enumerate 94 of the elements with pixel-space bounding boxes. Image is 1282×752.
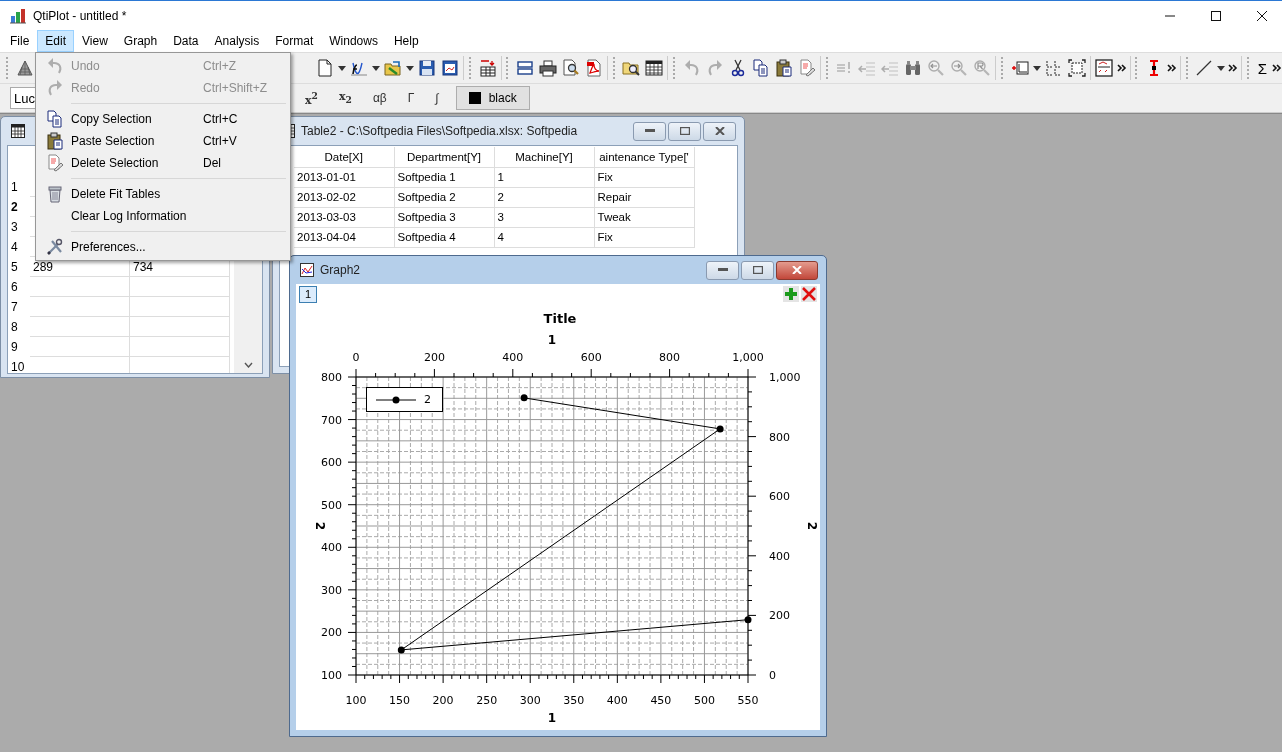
- row-number[interactable]: 5: [8, 257, 30, 277]
- table-cell: Tweak: [594, 207, 694, 227]
- menu-item[interactable]: Clear Log Information: [38, 205, 288, 227]
- axis-tick-label: 0: [769, 669, 776, 682]
- table-cell: 2013-03-03: [294, 207, 394, 227]
- menu-item[interactable]: Data: [165, 30, 207, 52]
- sum-button[interactable]: Σ: [1255, 59, 1270, 77]
- axis-tick-label: 550: [737, 694, 759, 707]
- axis-tick-label: 400: [606, 694, 628, 707]
- axis-title: 2: [313, 521, 327, 531]
- table-cell: 2: [494, 187, 594, 207]
- menu-item[interactable]: View: [74, 30, 116, 52]
- axis-tick-label: 500: [693, 694, 715, 707]
- axis-tick-label: 400: [502, 351, 524, 364]
- table-cell: 4: [494, 227, 594, 247]
- row-number[interactable]: 6: [8, 277, 30, 297]
- axis-tick-label: 200: [432, 694, 454, 707]
- menu-item[interactable]: File: [2, 30, 38, 52]
- row-number[interactable]: 7: [8, 297, 30, 317]
- axis-tick-label: 400: [321, 541, 342, 555]
- axis-tick-label: 700: [321, 413, 342, 427]
- menu-item[interactable]: Delete Fit Tables: [38, 183, 288, 205]
- window-title: QtiPlot - untitled *: [33, 8, 127, 23]
- axis-title: 2: [805, 521, 819, 531]
- axis-tick-label: 800: [769, 430, 790, 444]
- table-cell: 3: [494, 207, 594, 227]
- column-header[interactable]: Machine[Y]: [494, 147, 594, 167]
- row-number[interactable]: 1: [8, 177, 30, 197]
- menu-item[interactable]: Delete Selection Del: [38, 152, 288, 174]
- axis-tick-label: 0: [352, 351, 360, 364]
- table-cell: Softpedia 2: [394, 187, 494, 207]
- menu-item[interactable]: Graph: [115, 30, 166, 52]
- table-cell: Softpedia 3: [394, 207, 494, 227]
- axis-tick-label: 1,000: [732, 351, 764, 364]
- table-cell: 2013-04-04: [294, 227, 394, 247]
- table-cell-text: 734: [132, 259, 155, 276]
- row-number[interactable]: 9: [8, 337, 30, 357]
- format-button[interactable]: Γ: [399, 91, 423, 105]
- menu-item[interactable]: Windows: [321, 30, 386, 52]
- axis-tick-label: 500: [321, 498, 342, 512]
- menu-item[interactable]: Edit: [37, 30, 75, 52]
- axis-tick-label: 600: [580, 351, 602, 364]
- format-button[interactable]: x$^{2}$: [297, 89, 326, 107]
- axis-tick-label: 800: [321, 371, 342, 384]
- axis-tick-label: 150: [389, 694, 411, 707]
- table-cell: Softpedia 1: [394, 167, 494, 187]
- table-cell: 1: [494, 167, 594, 187]
- axis-tick-label: 200: [423, 351, 445, 364]
- table-cell: Fix: [594, 227, 694, 247]
- axis-tick-label: 300: [519, 694, 541, 707]
- table-cell: Repair: [594, 187, 694, 207]
- row-number[interactable]: 2: [8, 197, 30, 217]
- row-number[interactable]: 3: [8, 217, 30, 237]
- column-header[interactable]: Date[X]: [294, 147, 394, 167]
- row-number[interactable]: 10: [8, 357, 30, 373]
- axis-tick-label: 100: [321, 669, 342, 682]
- layer-button[interactable]: 1: [299, 285, 317, 303]
- axis-tick-label: 200: [321, 626, 342, 640]
- format-button[interactable]: x$_{2}$: [330, 90, 360, 106]
- axis-tick-label: 800: [659, 351, 681, 364]
- axis-tick-label: 250: [476, 694, 498, 707]
- format-button[interactable]: αβ: [364, 91, 395, 105]
- legend-label: 2: [424, 393, 431, 406]
- axis-tick-label: 1,000: [769, 371, 801, 384]
- menu-item[interactable]: Analysis: [206, 30, 268, 52]
- axis-tick-label: 400: [769, 549, 790, 563]
- table-cell: Fix: [594, 167, 694, 187]
- window-title: Graph2: [320, 263, 361, 277]
- table-cell: 2013-01-01: [294, 167, 394, 187]
- axis-title: 1: [547, 711, 557, 725]
- axis-tick-label: 100: [345, 694, 367, 707]
- menu-item[interactable]: Help: [385, 30, 427, 52]
- table-cell: Softpedia 4: [394, 227, 494, 247]
- table-cell: 2013-02-02: [294, 187, 394, 207]
- axis-tick-label: 600: [769, 490, 790, 504]
- row-number[interactable]: 8: [8, 317, 30, 337]
- color-button[interactable]: black: [455, 86, 530, 110]
- axis-tick-label: 300: [321, 583, 342, 597]
- column-header[interactable]: Department[Y]: [394, 147, 494, 167]
- axis-tick-label: 450: [650, 694, 672, 707]
- axis-tick-label: 600: [321, 456, 342, 470]
- axis-tick-label: 350: [563, 694, 585, 707]
- menu-item[interactable]: Paste Selection Ctrl+V: [38, 130, 288, 152]
- row-number[interactable]: 4: [8, 237, 30, 257]
- menu-item[interactable]: Preferences...: [38, 236, 288, 258]
- menu-item[interactable]: Copy Selection Ctrl+C: [38, 108, 288, 130]
- format-button[interactable]: ∫: [427, 91, 447, 105]
- table-cell-text: 289: [32, 259, 55, 276]
- menu-item[interactable]: Format: [267, 30, 322, 52]
- axis-title: 1: [547, 333, 557, 347]
- axis-tick-label: 200: [769, 609, 790, 623]
- chart-title: Title: [543, 311, 577, 326]
- window-title: Table2 - C:\Softpedia Files\Softpedia.xlsx: Softpedia: [301, 124, 578, 138]
- column-header[interactable]: aintenance Type[': [594, 147, 694, 167]
